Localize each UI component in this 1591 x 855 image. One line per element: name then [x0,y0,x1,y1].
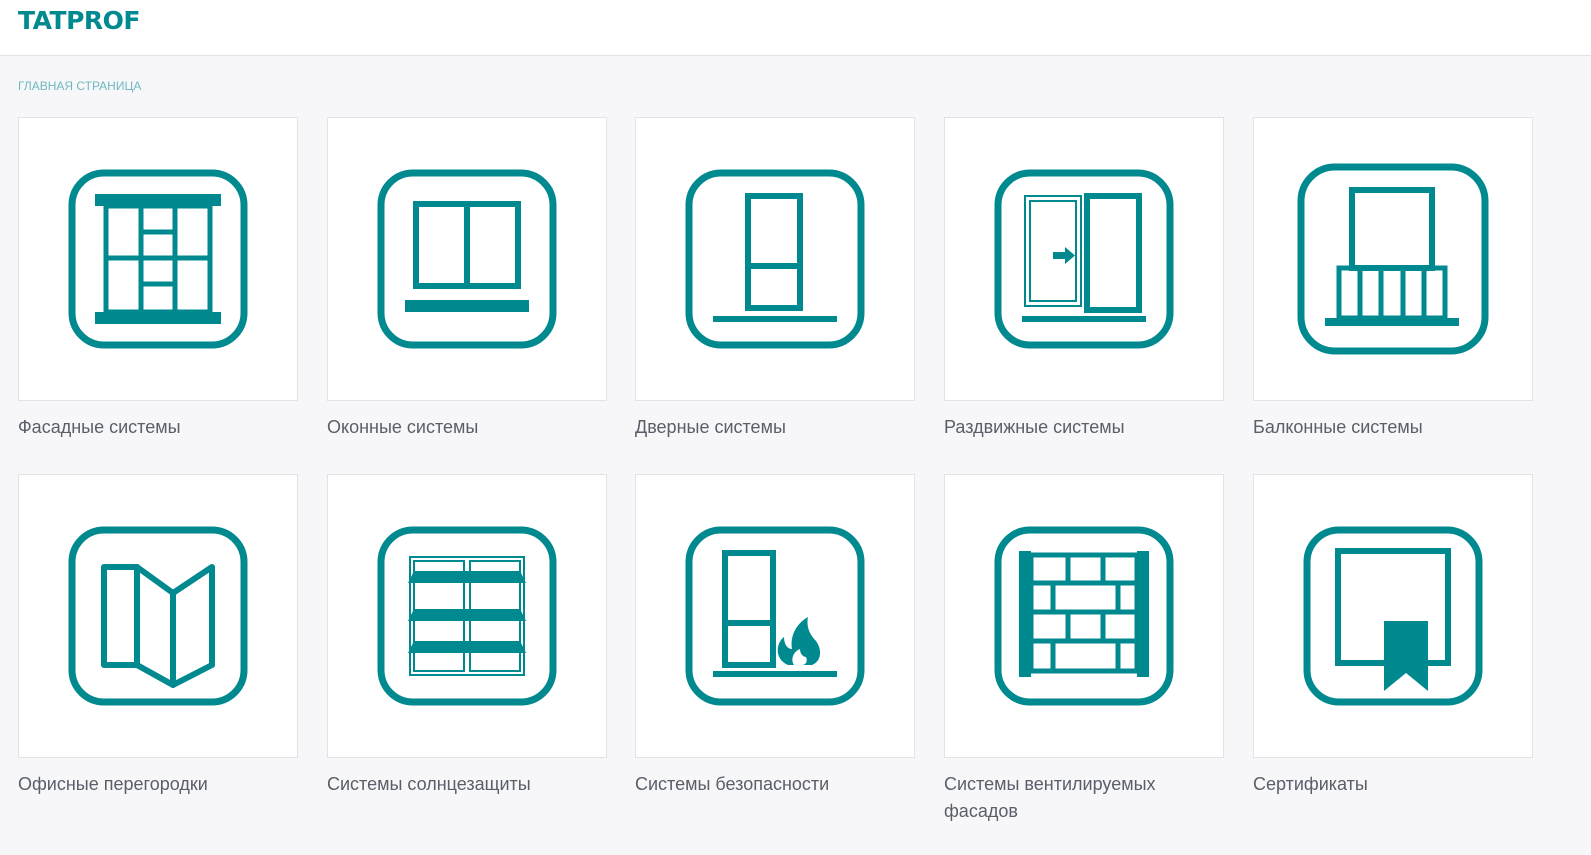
category-label: Системы безопасности [635,774,830,794]
window-icon [377,169,557,349]
category-tile [635,474,915,758]
category-tile [1253,474,1533,758]
category-card-office-partition[interactable]: Офисные перегородки [18,474,298,798]
category-card-sun-protection[interactable]: Системы солнцезащиты [327,474,607,798]
category-label: Системы вентилируемых фасадов [944,774,1156,821]
category-tile [18,474,298,758]
category-tile [1253,117,1533,401]
sliding-door-icon [994,169,1174,349]
category-label: Сертификаты [1253,774,1368,794]
office-partition-icon [68,526,248,706]
logo[interactable]: TATPROF [18,6,140,35]
category-card-fire-safety[interactable]: Системы безопасности [635,474,915,798]
category-card-facade[interactable]: Фасадные системы [18,117,298,441]
category-card-certificates[interactable]: Сертификаты [1253,474,1533,798]
site-header: TATPROF [0,0,1591,56]
category-tile [18,117,298,401]
category-tile [944,474,1224,758]
facade-icon [68,169,248,349]
category-tile [327,117,607,401]
category-card-balcony[interactable]: Балконные системы [1253,117,1533,441]
category-tile [635,117,915,401]
door-icon [685,169,865,349]
category-tile [327,474,607,758]
category-label: Балконные системы [1253,417,1423,437]
category-label: Дверные системы [635,417,786,437]
balcony-icon [1297,163,1489,355]
sun-protection-icon [377,526,557,706]
category-card-ventilated-facade[interactable]: Системы вентилируемых фасадов [944,474,1224,825]
fire-safety-icon [685,526,865,706]
category-tile [944,117,1224,401]
category-card-sliding[interactable]: Раздвижные системы [944,117,1224,441]
category-label: Оконные системы [327,417,479,437]
category-card-window[interactable]: Оконные системы [327,117,607,441]
category-label: Офисные перегородки [18,774,208,794]
category-label: Раздвижные системы [944,417,1125,437]
category-label: Системы солнцезащиты [327,774,531,794]
category-card-door[interactable]: Дверные системы [635,117,915,441]
category-label: Фасадные системы [18,417,181,437]
ventilated-facade-icon [994,526,1174,706]
certificate-icon [1303,526,1483,706]
breadcrumb-home[interactable]: ГЛАВНАЯ СТРАНИЦА [18,79,141,93]
